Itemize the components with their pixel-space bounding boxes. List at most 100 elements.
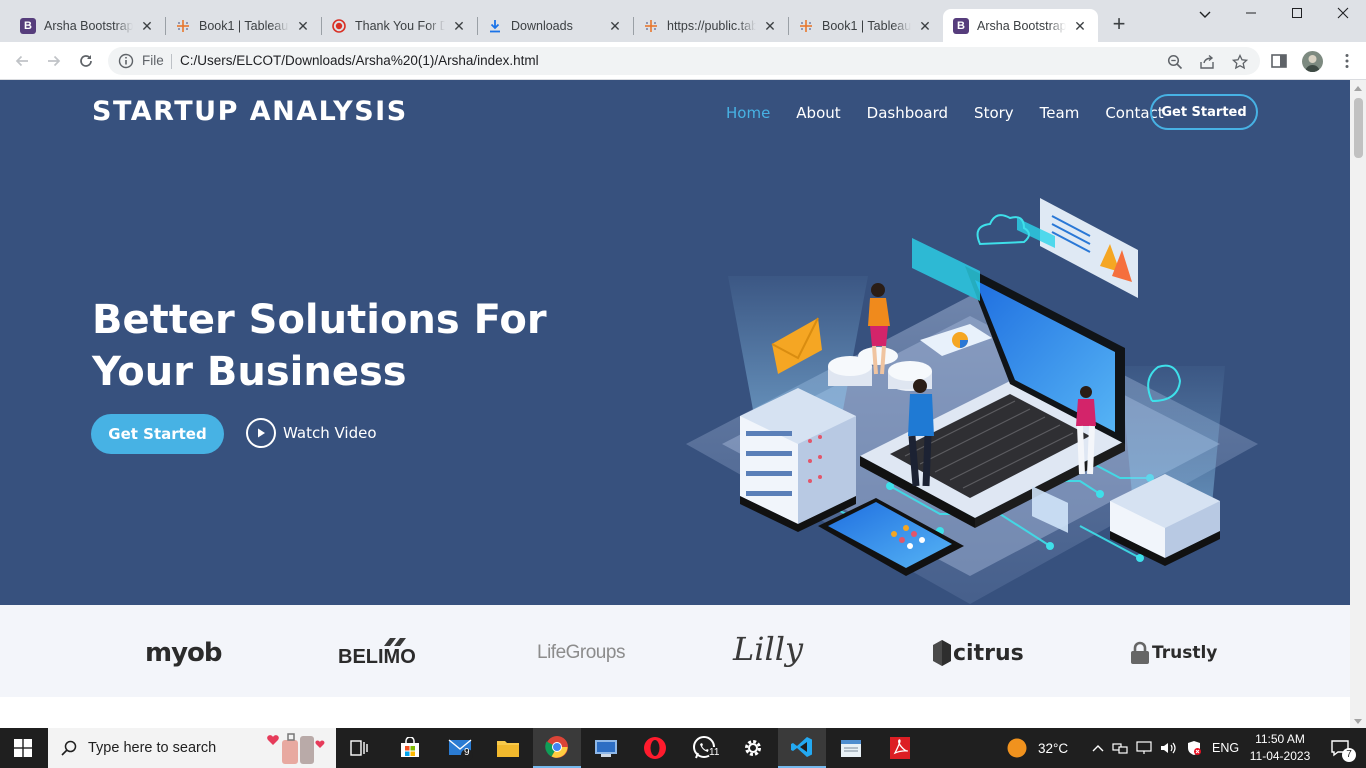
menu-dots-icon[interactable] — [1338, 52, 1356, 70]
search-placeholder: Type here to search — [88, 740, 217, 756]
profile-avatar[interactable] — [1302, 51, 1323, 72]
mail-icon[interactable]: 9 — [436, 728, 484, 768]
tab-tableau-1[interactable]: Book1 | Tableau Public ✕ — [165, 9, 321, 42]
logo-text: citrus — [953, 640, 1024, 666]
vscode-icon[interactable] — [778, 728, 826, 768]
taskbar-search-box[interactable]: Type here to search — [48, 728, 336, 768]
close-icon[interactable]: ✕ — [607, 18, 623, 34]
record-icon — [331, 18, 347, 34]
tab-title: Arsha Bootstrap Template — [977, 18, 1066, 33]
maximize-button[interactable] — [1274, 4, 1320, 28]
network-icon[interactable] — [1112, 741, 1128, 755]
page-scrollbar[interactable] — [1350, 80, 1366, 728]
language-indicator[interactable]: ENG — [1212, 741, 1239, 755]
omnibox-divider — [171, 54, 172, 69]
reload-button[interactable] — [76, 51, 96, 71]
nav-story[interactable]: Story — [974, 104, 1014, 122]
logo-text: BELIMO — [338, 645, 416, 668]
search-highlight-luggage-icon — [267, 733, 325, 764]
system-tray: ENG — [1092, 728, 1239, 768]
nav-get-started-button[interactable]: Get Started — [1150, 94, 1258, 130]
opera-icon[interactable] — [631, 728, 679, 768]
close-icon[interactable]: ✕ — [139, 18, 155, 34]
clock-time: 11:50 AM — [1255, 732, 1305, 746]
tableau-icon — [798, 18, 814, 34]
star-icon[interactable] — [1232, 54, 1248, 70]
info-icon[interactable] — [118, 53, 134, 69]
close-icon[interactable]: ✕ — [1072, 18, 1088, 34]
share-icon[interactable] — [1199, 54, 1215, 70]
tab-title: Book1 | Tableau Public — [199, 18, 289, 33]
tab-search-chevron-icon[interactable] — [1182, 4, 1228, 28]
browser-toolbar: File C:/Users/ELCOT/Downloads/Arsha%20(1… — [0, 42, 1366, 80]
nav-about[interactable]: About — [796, 104, 840, 122]
search-icon — [61, 740, 77, 756]
settings-gear-icon[interactable] — [729, 728, 777, 768]
tab-tableau-2[interactable]: Book1 | Tableau Public ✕ — [788, 9, 943, 42]
client-logo-belimo: BELIMO — [338, 633, 418, 673]
watch-video-link[interactable]: Watch Video — [246, 418, 377, 448]
chrome-icon[interactable] — [533, 728, 581, 768]
notification-badge: 7 — [1342, 748, 1356, 762]
notepad-icon[interactable] — [827, 728, 875, 768]
browser-tabstrip: B Arsha Bootstrap Template ✕ Book1 | Tab… — [0, 0, 1366, 42]
lock-icon — [1131, 641, 1149, 664]
scroll-down-arrow-icon[interactable] — [1354, 719, 1362, 724]
get-started-button[interactable]: Get Started — [91, 414, 224, 454]
clock-date: 11-04-2023 — [1249, 749, 1311, 763]
taskbar-clock[interactable]: 11:50 AM 11-04-2023 — [1240, 731, 1320, 765]
tab-downloads[interactable]: Downloads ✕ — [477, 9, 633, 42]
zoom-icon[interactable] — [1167, 54, 1183, 70]
watch-video-label: Watch Video — [283, 424, 377, 442]
page-viewport: STARTUP ANALYSIS Home About Dashboard St… — [0, 80, 1350, 728]
nav-team[interactable]: Team — [1040, 104, 1080, 122]
hero-illustration — [686, 198, 1258, 604]
logo-text: Lilly — [733, 630, 804, 668]
tab-thank-you[interactable]: Thank You For Downloading ✕ — [321, 9, 477, 42]
scroll-thumb[interactable] — [1354, 98, 1363, 158]
forward-button[interactable] — [44, 51, 64, 71]
tableau-icon — [643, 18, 659, 34]
close-icon[interactable]: ✕ — [917, 18, 933, 34]
scroll-up-arrow-icon[interactable] — [1354, 86, 1362, 91]
weather-temp: 32°C — [1038, 740, 1069, 756]
control-panel-icon[interactable] — [582, 728, 630, 768]
nav-home[interactable]: Home — [726, 104, 770, 122]
tab-arsha-active[interactable]: B Arsha Bootstrap Template ✕ — [943, 9, 1098, 42]
client-logo-trustly: Trustly — [1130, 633, 1217, 673]
hero-section: STARTUP ANALYSIS Home About Dashboard St… — [0, 80, 1350, 605]
address-bar[interactable]: File C:/Users/ELCOT/Downloads/Arsha%20(1… — [108, 47, 1260, 75]
client-logo-lifegroups: LifeGroups — [537, 633, 625, 673]
task-view-icon[interactable] — [336, 728, 384, 768]
microsoft-store-icon[interactable] — [386, 728, 434, 768]
tab-title: Downloads — [511, 18, 573, 33]
new-tab-button[interactable]: + — [1108, 13, 1130, 36]
side-panel-icon[interactable] — [1270, 52, 1288, 70]
close-icon[interactable]: ✕ — [295, 18, 311, 34]
file-explorer-icon[interactable] — [484, 728, 532, 768]
tab-title: Arsha Bootstrap Template — [44, 18, 133, 33]
weather-widget[interactable]: 32°C — [1006, 728, 1068, 768]
close-icon[interactable]: ✕ — [762, 18, 778, 34]
mail-badge: 9 — [464, 747, 470, 758]
whatsapp-icon[interactable]: 11 — [680, 728, 728, 768]
site-brand[interactable]: STARTUP ANALYSIS — [92, 96, 408, 127]
display-icon[interactable] — [1136, 741, 1152, 755]
nav-dashboard[interactable]: Dashboard — [867, 104, 948, 122]
tab-arsha-1[interactable]: B Arsha Bootstrap Template ✕ — [10, 9, 165, 42]
windows-start-icon[interactable] — [14, 739, 32, 757]
security-shield-icon[interactable] — [1186, 740, 1202, 756]
close-icon[interactable]: ✕ — [451, 18, 467, 34]
tab-tableau-public[interactable]: https://public.tableau.com ✕ — [633, 9, 788, 42]
minimize-button[interactable] — [1228, 4, 1274, 28]
notification-center-icon[interactable]: 7 — [1318, 728, 1362, 768]
volume-icon[interactable] — [1160, 741, 1178, 755]
close-window-button[interactable] — [1320, 4, 1366, 28]
back-button[interactable] — [12, 51, 32, 71]
tray-chevron-up-icon[interactable] — [1092, 743, 1104, 753]
whatsapp-badge: 11 — [708, 747, 721, 758]
url-text[interactable]: C:/Users/ELCOT/Downloads/Arsha%20(1)/Ars… — [180, 53, 539, 68]
bootstrap-icon: B — [953, 17, 969, 34]
acrobat-icon[interactable] — [876, 728, 924, 768]
tab-title: https://public.tableau.com — [667, 18, 756, 33]
